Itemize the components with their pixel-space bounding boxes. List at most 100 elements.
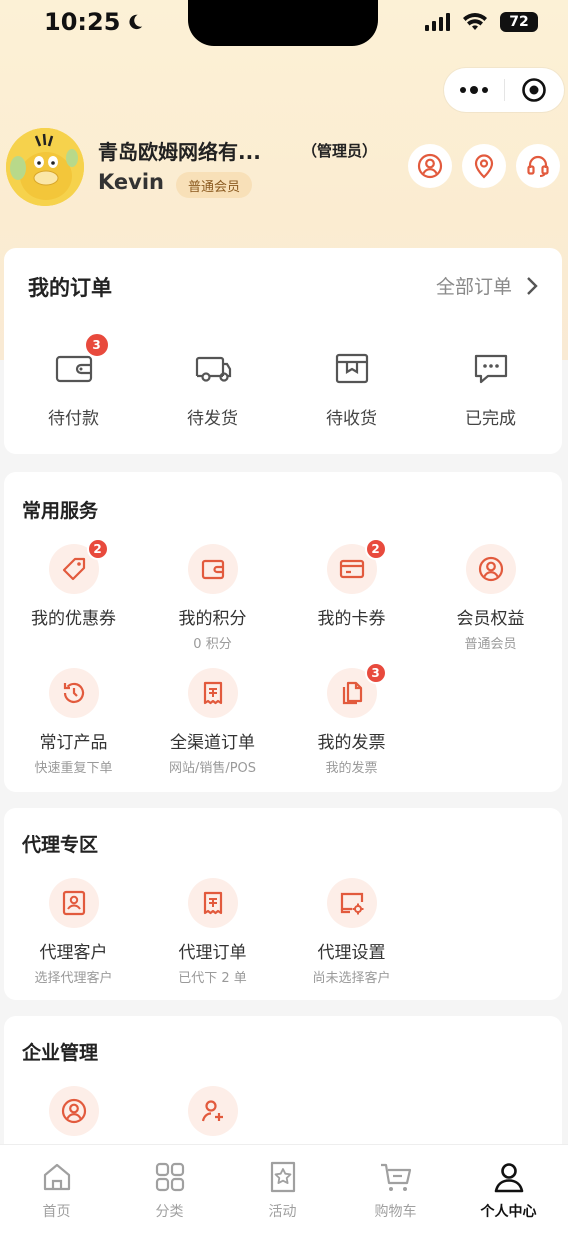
card-icon — [339, 559, 364, 579]
service-frequent-products[interactable]: 常订产品 快速重复下单 — [4, 668, 143, 776]
tab-cart[interactable]: 购物车 — [339, 1159, 452, 1221]
service-member-benefits[interactable]: 会员权益 普通会员 — [421, 544, 560, 652]
user-circle-icon — [417, 153, 443, 179]
tab-category[interactable]: 分类 — [113, 1159, 226, 1221]
receipt-icon — [203, 681, 222, 705]
order-status-label: 待付款 — [48, 409, 99, 429]
account-button[interactable] — [408, 144, 452, 188]
add-user-icon — [201, 1100, 223, 1122]
company-name: 青岛欧姆网络有... — [98, 140, 261, 164]
order-pending-payment[interactable]: 3 待付款 — [4, 332, 143, 429]
signal-icon — [425, 13, 450, 31]
service-sublabel: 快速重复下单 — [34, 761, 113, 776]
location-pin-icon — [474, 154, 494, 179]
agent-label: 代理客户 — [39, 943, 108, 963]
agent-customers[interactable]: 代理客户 选择代理客户 — [4, 878, 143, 986]
order-status-label: 待收货 — [326, 409, 377, 429]
member-level-badge: 普通会员 — [176, 172, 253, 198]
tab-label: 分类 — [155, 1204, 184, 1220]
service-sublabel: 普通会员 — [464, 637, 517, 652]
tab-activity[interactable]: 活动 — [226, 1159, 339, 1221]
orders-title: 我的订单 — [28, 276, 112, 300]
box-icon — [335, 353, 368, 384]
all-orders-link[interactable]: 全部订单 — [436, 272, 538, 299]
moon-icon — [129, 14, 143, 30]
services-title: 常用服务 — [22, 500, 99, 522]
history-icon — [63, 682, 84, 703]
service-coupons[interactable]: 2 我的优惠券 — [4, 538, 143, 629]
service-sublabel: 我的发票 — [325, 761, 378, 776]
dynamic-island — [188, 0, 378, 46]
bottom-tab-bar: 首页 分类 活动 购物车 个人中心 — [0, 1144, 568, 1238]
invoices-badge: 3 — [364, 662, 387, 684]
services-card: 常用服务 2 我的优惠券 我的积分 0 积分 2 我的卡券 会员权益 普通会员 … — [4, 472, 562, 792]
user-icon — [494, 1163, 523, 1193]
agent-settings[interactable]: 代理设置 尚未选择客户 — [282, 878, 421, 986]
tab-label: 活动 — [268, 1204, 297, 1220]
grid-icon — [155, 1162, 184, 1192]
order-pending-shipment[interactable]: 待发货 — [143, 348, 282, 429]
enterprise-add-user[interactable] — [143, 1086, 282, 1136]
invoice-icon — [342, 681, 362, 705]
more-button[interactable] — [444, 68, 504, 112]
cards-badge: 2 — [364, 538, 387, 560]
target-close-icon — [522, 78, 547, 102]
agent-sublabel: 选择代理客户 — [34, 971, 113, 986]
coupon-tag-icon — [62, 557, 85, 581]
close-miniprogram-button[interactable] — [505, 68, 565, 112]
home-icon — [43, 1163, 70, 1191]
address-button[interactable] — [462, 144, 506, 188]
service-cards[interactable]: 2 我的卡券 — [282, 538, 421, 629]
agent-orders[interactable]: 代理订单 已代下 2 单 — [143, 878, 282, 986]
chevron-right-icon — [527, 276, 538, 295]
wifi-icon — [463, 13, 487, 30]
tab-profile[interactable]: 个人中心 — [452, 1159, 565, 1221]
star-badge-icon — [270, 1161, 295, 1193]
coupons-badge: 2 — [86, 538, 109, 560]
agent-label: 代理设置 — [317, 943, 386, 963]
cart-icon — [380, 1163, 411, 1191]
more-dots-icon — [459, 86, 488, 94]
agent-label: 代理订单 — [178, 943, 247, 963]
username: Kevin — [98, 170, 164, 194]
tab-label: 个人中心 — [480, 1204, 537, 1220]
order-completed[interactable]: 已完成 — [421, 348, 560, 429]
service-label: 我的优惠券 — [31, 609, 116, 629]
duck-avatar-icon — [6, 128, 84, 206]
enterprise-title: 企业管理 — [22, 1042, 99, 1064]
customer-service-button[interactable] — [516, 144, 560, 188]
receipt-icon — [203, 891, 222, 915]
service-label: 我的积分 — [178, 609, 247, 629]
service-label: 会员权益 — [456, 609, 525, 629]
battery-indicator: 72 — [500, 12, 538, 32]
agent-title: 代理专区 — [22, 834, 99, 856]
agent-customer-icon — [62, 890, 85, 916]
service-sublabel: 网站/销售/POS — [168, 761, 257, 776]
profile-header: 青岛欧姆网络有... （管理员） Kevin 普通会员 — [6, 128, 562, 218]
service-points[interactable]: 我的积分 0 积分 — [143, 544, 282, 652]
service-label: 常订产品 — [39, 733, 108, 753]
pending-payment-badge: 3 — [83, 332, 110, 358]
tab-home[interactable]: 首页 — [0, 1159, 113, 1221]
order-pending-receipt[interactable]: 待收货 — [282, 348, 421, 429]
status-indicators: 72 — [425, 12, 538, 32]
agent-card: 代理专区 代理客户 选择代理客户 代理订单 已代下 2 单 代理设置 尚未选择客… — [4, 808, 562, 1000]
service-invoices[interactable]: 3 我的发票 我的发票 — [282, 662, 421, 776]
message-icon — [474, 354, 507, 384]
tab-label: 首页 — [42, 1204, 71, 1220]
member-icon — [61, 1098, 86, 1124]
service-label: 我的卡券 — [317, 609, 386, 629]
enterprise-members[interactable] — [4, 1086, 143, 1136]
truck-icon — [195, 356, 231, 382]
order-status-label: 待发货 — [187, 409, 238, 429]
status-time: 10:25 — [44, 8, 144, 36]
role-label: （管理员） — [302, 142, 378, 160]
settings-screen-icon — [340, 892, 363, 915]
order-status-label: 已完成 — [465, 409, 516, 429]
wallet-icon — [201, 559, 224, 580]
service-omnichannel-orders[interactable]: 全渠道订单 网站/销售/POS — [143, 668, 282, 776]
agent-sublabel: 尚未选择客户 — [312, 971, 391, 986]
headset-icon — [527, 155, 549, 177]
avatar[interactable] — [6, 128, 84, 206]
service-sublabel: 0 积分 — [193, 637, 232, 652]
